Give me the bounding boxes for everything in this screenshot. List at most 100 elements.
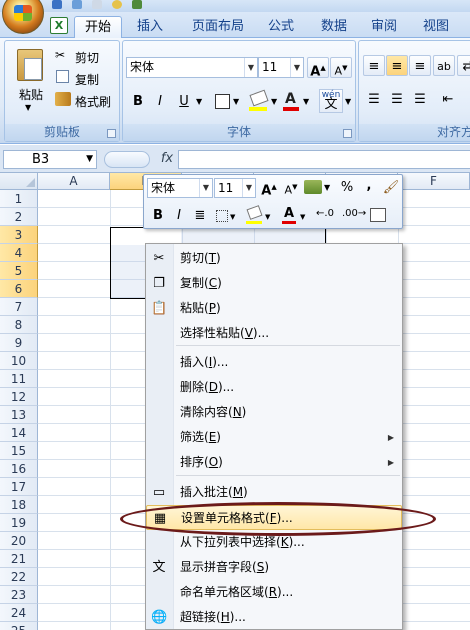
bold-button[interactable]: B — [127, 91, 149, 112]
paste-dropdown-icon[interactable]: ▼ — [25, 103, 31, 112]
row-header[interactable]: 24 — [0, 604, 38, 622]
row-header[interactable]: 18 — [0, 496, 38, 514]
mini-bold-button[interactable]: B — [147, 205, 169, 226]
row-header[interactable]: 22 — [0, 568, 38, 586]
copy-icon[interactable] — [56, 70, 69, 83]
align-bottom-icon[interactable]: ≡ — [409, 55, 431, 76]
menu-item[interactable]: ❐ 复制(C) — [146, 271, 402, 296]
row-header[interactable]: 5 — [0, 262, 38, 280]
menu-item[interactable]: 插入(I)... — [146, 350, 402, 375]
font-size-combo[interactable]: 11 ▼ — [258, 57, 304, 78]
column-header-f[interactable]: F — [398, 173, 470, 190]
phonetic-dropdown-icon[interactable]: ▼ — [345, 97, 351, 106]
save-icon[interactable] — [52, 0, 62, 9]
cut-button[interactable]: 剪切 — [75, 49, 99, 66]
menu-item[interactable]: 筛选(E) ▶ — [146, 425, 402, 450]
row-header[interactable]: 12 — [0, 388, 38, 406]
font-launcher-icon[interactable] — [343, 129, 352, 138]
qat-custom-icon[interactable] — [132, 0, 142, 9]
select-all-button[interactable] — [0, 173, 38, 190]
align-center-icon[interactable]: ☰ — [386, 89, 408, 110]
row-header[interactable]: 4 — [0, 244, 38, 262]
mini-borders-dropdown-icon[interactable]: ▼ — [230, 213, 235, 221]
fill-color-icon[interactable] — [249, 89, 269, 107]
shrink-font-button[interactable]: A▼ — [330, 57, 352, 78]
name-box[interactable]: B3 ▼ — [3, 150, 97, 169]
menu-item[interactable]: 命名单元格区域(R)... — [146, 580, 402, 605]
row-header[interactable]: 19 — [0, 514, 38, 532]
menu-item[interactable]: 📋 粘贴(P) — [146, 296, 402, 321]
menu-item[interactable]: 选择性粘贴(V)... — [146, 321, 402, 346]
percent-button[interactable]: % — [336, 177, 358, 198]
row-header[interactable]: 11 — [0, 370, 38, 388]
mini-shrink-font-button[interactable]: A▼ — [280, 177, 302, 198]
row-header[interactable]: 16 — [0, 460, 38, 478]
borders-icon[interactable] — [215, 94, 230, 109]
chevron-down-icon[interactable]: ▼ — [244, 58, 257, 77]
decrease-decimal-button[interactable]: .00→ — [342, 208, 366, 219]
menu-item[interactable]: 文显示拼音字段(S) — [146, 555, 402, 580]
font-color-dropdown-icon[interactable]: ▼ — [303, 97, 309, 106]
row-header[interactable]: 7 — [0, 298, 38, 316]
smiley-icon[interactable] — [112, 0, 122, 9]
row-header[interactable]: 6 — [0, 280, 38, 298]
decrease-indent-icon[interactable]: ⇤ — [437, 89, 459, 110]
redo-icon[interactable] — [92, 0, 102, 9]
tab-page-layout[interactable]: 页面布局 — [182, 16, 254, 38]
paste-icon[interactable] — [17, 49, 43, 81]
menu-item[interactable]: ✂ 剪切(T) — [146, 246, 402, 271]
mini-font-name-combo[interactable]: 宋体 ▼ — [147, 178, 213, 198]
align-right-icon[interactable]: ☰ — [409, 89, 431, 110]
mini-italic-button[interactable]: I — [168, 205, 190, 226]
chevron-down-icon[interactable]: ▼ — [242, 179, 255, 197]
row-header[interactable]: 9 — [0, 334, 38, 352]
row-header[interactable]: 23 — [0, 586, 38, 604]
increase-decimal-button[interactable]: ←.0 — [316, 208, 334, 219]
underline-dropdown-icon[interactable]: ▼ — [196, 97, 202, 106]
mini-fill-color-icon[interactable] — [246, 205, 263, 220]
row-header[interactable]: 3 — [0, 226, 38, 244]
row-header[interactable]: 21 — [0, 550, 38, 568]
mini-font-color-dropdown-icon[interactable]: ▼ — [300, 213, 305, 221]
undo-icon[interactable] — [72, 0, 82, 9]
borders-dropdown-icon[interactable]: ▼ — [233, 97, 239, 106]
tab-view[interactable]: 视图 — [414, 16, 458, 38]
row-header[interactable]: 8 — [0, 316, 38, 334]
menu-item[interactable]: 🌐 超链接(H)... — [146, 605, 402, 630]
underline-button[interactable]: U — [173, 91, 195, 112]
row-header[interactable]: 17 — [0, 478, 38, 496]
orientation-icon[interactable]: ab — [433, 55, 455, 76]
mini-format-painter-icon[interactable]: 🖌 — [380, 177, 402, 198]
font-color-icon[interactable]: A — [285, 91, 296, 107]
mini-borders-icon[interactable] — [216, 210, 228, 222]
menu-item[interactable]: 排序(O) ▶ — [146, 450, 402, 475]
accounting-dropdown-icon[interactable]: ▼ — [324, 183, 330, 192]
menu-item[interactable]: 删除(D)... — [146, 375, 402, 400]
chevron-down-icon[interactable]: ▼ — [199, 179, 212, 197]
tab-home[interactable]: 开始 — [74, 16, 122, 39]
row-header[interactable]: 14 — [0, 424, 38, 442]
row-header[interactable]: 10 — [0, 352, 38, 370]
row-header[interactable]: 25 — [0, 622, 38, 630]
row-header[interactable]: 13 — [0, 406, 38, 424]
row-header[interactable]: 2 — [0, 208, 38, 226]
comma-button[interactable]: , — [358, 175, 380, 196]
row-header[interactable]: 15 — [0, 442, 38, 460]
font-name-combo[interactable]: 宋体 ▼ — [126, 57, 258, 78]
mini-fill-dropdown-icon[interactable]: ▼ — [265, 213, 270, 221]
tab-data[interactable]: 数据 — [312, 16, 356, 38]
wrap-text-icon[interactable]: ⇄ — [457, 55, 470, 76]
mini-grow-font-button[interactable]: A▲ — [258, 177, 280, 198]
align-left-icon[interactable]: ☰ — [363, 89, 385, 110]
tab-review[interactable]: 审阅 — [362, 16, 406, 38]
format-painter-button[interactable]: 格式刷 — [75, 93, 111, 110]
grow-font-button[interactable]: A▲ — [307, 57, 329, 79]
merge-center-icon[interactable] — [370, 208, 386, 222]
italic-button[interactable]: I — [149, 91, 171, 112]
mini-font-color-icon[interactable]: A — [284, 206, 294, 221]
align-middle-icon[interactable]: ≡ — [386, 55, 408, 76]
accounting-format-icon[interactable] — [304, 180, 322, 194]
chevron-down-icon[interactable]: ▼ — [290, 58, 303, 77]
mini-font-size-combo[interactable]: 11 ▼ — [214, 178, 256, 198]
clipboard-launcher-icon[interactable] — [107, 129, 116, 138]
